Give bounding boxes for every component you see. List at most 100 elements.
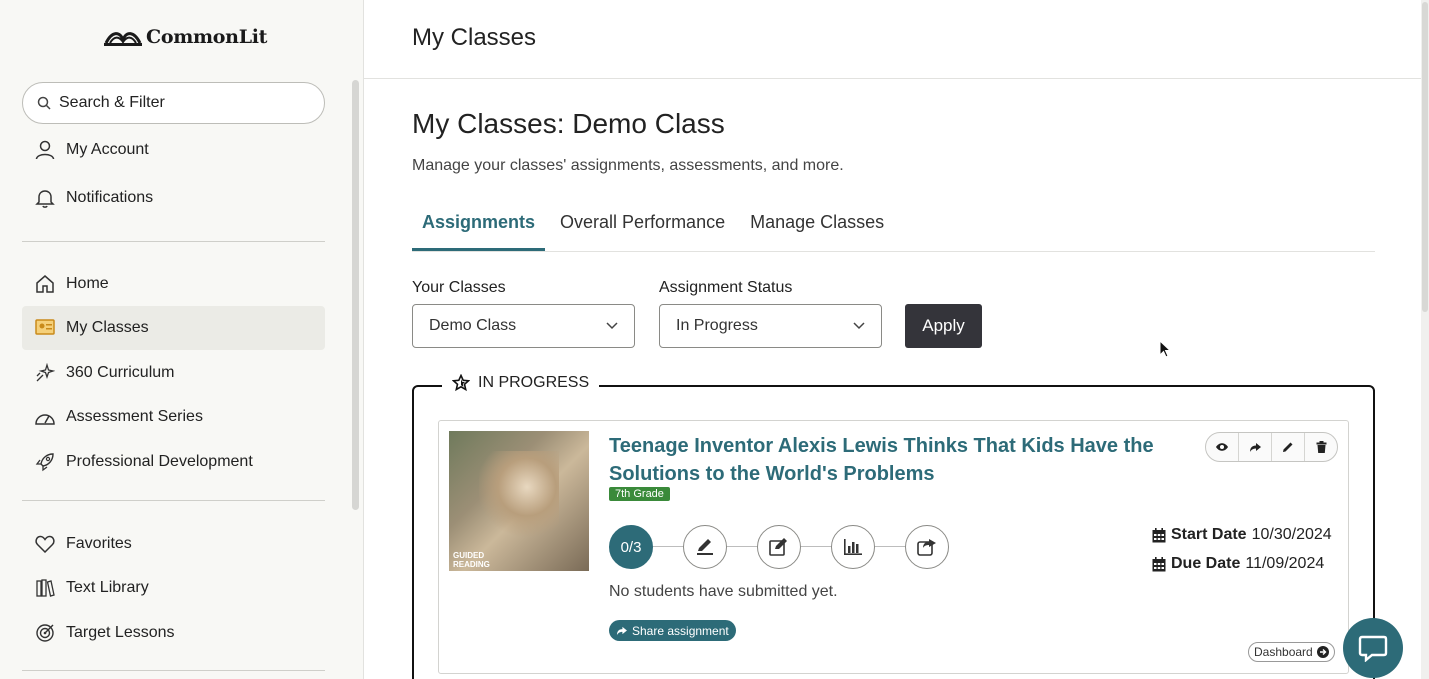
thumbnail-label: GUIDED READING xyxy=(453,551,490,569)
heart-icon xyxy=(34,533,56,555)
eye-icon xyxy=(1216,443,1228,451)
assignment-card: GUIDED READING Teenage Inventor Alexis L… xyxy=(438,420,1349,674)
sidebar-item-favorites[interactable]: Favorites xyxy=(22,522,325,566)
trash-icon xyxy=(1316,441,1326,453)
assignment-status-value: In Progress xyxy=(676,317,758,334)
sidebar-item-target-lessons[interactable]: Target Lessons xyxy=(22,611,325,655)
due-date: Due Date 11/09/2024 xyxy=(1152,555,1324,573)
sidebar-item-home[interactable]: Home xyxy=(22,262,325,306)
rocket-icon xyxy=(34,451,56,473)
your-classes-select[interactable]: Demo Class xyxy=(412,304,635,348)
sidebar-item-label: 360 Curriculum xyxy=(66,364,175,381)
sidebar-item-professional-development[interactable]: Professional Development xyxy=(22,440,325,484)
help-chat-button[interactable] xyxy=(1343,618,1403,678)
bar-chart-icon xyxy=(844,539,862,555)
bell-icon xyxy=(34,187,56,209)
gauge-icon xyxy=(34,406,56,428)
commonlit-logo[interactable]: CommonLit xyxy=(104,26,267,48)
home-icon xyxy=(34,273,56,295)
page-scrollbar[interactable] xyxy=(1421,0,1429,679)
due-date-label: Due Date xyxy=(1171,555,1241,572)
start-date-label: Start Date xyxy=(1171,526,1247,543)
sidebar-item-label: Target Lessons xyxy=(66,624,175,641)
progress-step-share-results[interactable] xyxy=(905,525,949,569)
assignment-actions xyxy=(1205,432,1338,462)
share-box-icon xyxy=(917,539,936,556)
calendar-icon xyxy=(1152,527,1166,542)
progress-step-data[interactable] xyxy=(831,525,875,569)
user-icon xyxy=(34,139,56,161)
share-button[interactable] xyxy=(1239,433,1272,461)
sidebar-item-assessment-series[interactable]: Assessment Series xyxy=(22,395,325,439)
start-date: Start Date 10/30/2024 xyxy=(1152,526,1332,544)
dashboard-label: Dashboard xyxy=(1254,645,1313,659)
arrow-right-circle-icon xyxy=(1316,646,1329,658)
progress-step-review[interactable] xyxy=(757,525,801,569)
tab-overall-performance[interactable]: Overall Performance xyxy=(550,202,735,251)
sidebar: CommonLit Search & Filter My Account Not… xyxy=(0,0,364,679)
assignment-thumbnail[interactable]: GUIDED READING xyxy=(449,431,589,571)
sidebar-item-label: My Classes xyxy=(66,319,149,336)
preview-button[interactable] xyxy=(1206,433,1239,461)
share-arrow-icon xyxy=(616,626,627,635)
sidebar-item-label: Home xyxy=(66,275,109,292)
edit-button[interactable] xyxy=(1272,433,1305,461)
page-scrollbar-thumb[interactable] xyxy=(1422,2,1428,312)
books-icon xyxy=(34,577,56,599)
search-icon xyxy=(37,96,51,110)
sidebar-scrollbar[interactable] xyxy=(352,80,359,510)
sidebar-item-my-classes[interactable]: My Classes xyxy=(22,306,325,350)
top-bar: My Classes xyxy=(364,0,1424,79)
sidebar-item-360-curriculum[interactable]: 360 Curriculum xyxy=(22,351,325,395)
delete-button[interactable] xyxy=(1305,433,1337,461)
pen-icon xyxy=(697,539,713,555)
sidebar-divider xyxy=(22,670,325,671)
header-title: My Classes xyxy=(412,24,537,51)
sidebar-item-my-account[interactable]: My Account xyxy=(22,128,325,172)
chevron-down-icon xyxy=(853,322,865,330)
star-icon xyxy=(452,374,470,392)
target-icon xyxy=(34,622,56,644)
in-progress-legend: IN PROGRESS xyxy=(442,374,600,392)
progress-step-grade[interactable] xyxy=(683,525,727,569)
submission-status: No students have submitted yet. xyxy=(609,583,838,600)
mouse-cursor-icon xyxy=(1159,340,1171,358)
page-subtitle: Manage your classes' assignments, assess… xyxy=(412,157,844,174)
sidebar-item-text-library[interactable]: Text Library xyxy=(22,566,325,610)
share-arrow-icon xyxy=(1250,442,1261,452)
tab-manage-classes[interactable]: Manage Classes xyxy=(740,202,894,251)
sidebar-item-label: Assessment Series xyxy=(66,408,203,425)
sidebar-item-label: My Account xyxy=(66,141,149,158)
progress-step-submissions[interactable]: 0/3 xyxy=(609,525,653,569)
sidebar-item-label: Text Library xyxy=(66,579,149,596)
dashboard-button[interactable]: Dashboard xyxy=(1248,642,1335,662)
logo-text: CommonLit xyxy=(146,26,268,48)
in-progress-label: IN PROGRESS xyxy=(478,374,590,391)
classes-icon xyxy=(34,317,56,339)
assignment-status-label: Assignment Status xyxy=(659,279,793,296)
sidebar-item-label: Notifications xyxy=(66,189,154,206)
start-date-value: 10/30/2024 xyxy=(1251,526,1332,543)
assignment-title[interactable]: Teenage Inventor Alexis Lewis Thinks Tha… xyxy=(609,432,1169,488)
tab-bar: Assignments Overall Performance Manage C… xyxy=(412,202,1375,252)
your-classes-label: Your Classes xyxy=(412,279,506,296)
sidebar-item-notifications[interactable]: Notifications xyxy=(22,176,325,220)
tab-assignments[interactable]: Assignments xyxy=(412,202,546,251)
sidebar-item-label: Favorites xyxy=(66,535,132,552)
sidebar-item-label: Professional Development xyxy=(66,453,253,470)
assignment-status-select[interactable]: In Progress xyxy=(659,304,882,348)
calendar-icon xyxy=(1152,556,1166,571)
sidebar-divider xyxy=(22,500,325,501)
due-date-value: 11/09/2024 xyxy=(1245,555,1325,572)
share-assignment-button[interactable]: Share assignment xyxy=(609,620,736,641)
sidebar-divider xyxy=(22,241,325,242)
logo-book-icon xyxy=(104,32,142,46)
your-classes-value: Demo Class xyxy=(429,317,517,334)
edit-form-icon xyxy=(769,538,787,556)
search-filter-input[interactable]: Search & Filter xyxy=(22,82,325,124)
share-assignment-label: Share assignment xyxy=(632,623,729,638)
grade-badge: 7th Grade xyxy=(609,487,670,501)
page-title: My Classes: Demo Class xyxy=(412,108,725,139)
apply-button[interactable]: Apply xyxy=(905,304,982,348)
main-content: My Classes My Classes: Demo Class Manage… xyxy=(364,0,1429,679)
